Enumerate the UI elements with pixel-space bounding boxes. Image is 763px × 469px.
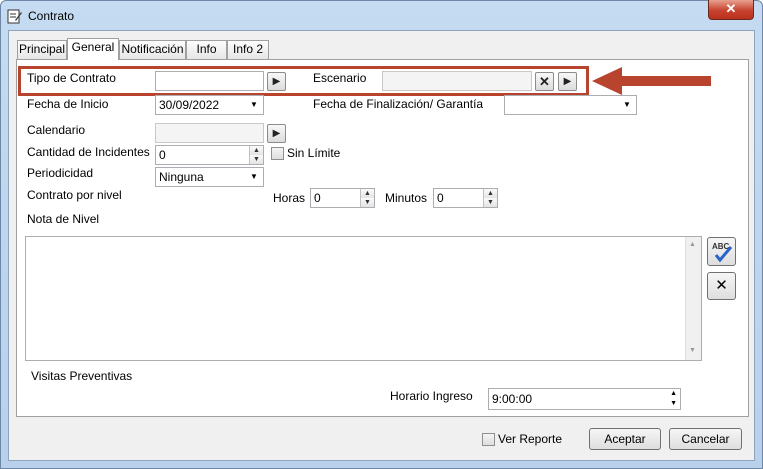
contract-edit-icon bbox=[7, 9, 22, 24]
chevron-down-icon: ▼ bbox=[250, 172, 258, 181]
cantidad-incidentes-value: 0 bbox=[159, 148, 166, 162]
spin-up-icon[interactable]: ▲ bbox=[670, 389, 677, 399]
horas-value: 0 bbox=[314, 191, 321, 205]
tab-info[interactable]: Info bbox=[186, 40, 227, 59]
fecha-fin-label: Fecha de Finalización/ Garantía bbox=[313, 97, 484, 111]
pointer-arrow-icon bbox=[592, 67, 711, 95]
spin-down-icon[interactable]: ▼ bbox=[670, 399, 677, 409]
fecha-inicio-picker[interactable]: 30/09/2022 ▼ bbox=[155, 95, 264, 115]
sin-limite-label: Sin Límite bbox=[287, 146, 341, 160]
tab-info-2[interactable]: Info 2 bbox=[227, 40, 269, 59]
horas-stepper[interactable]: 0 ▲ ▼ bbox=[310, 188, 375, 208]
minutos-label: Minutos bbox=[385, 191, 428, 205]
chevron-down-icon: ▼ bbox=[623, 100, 631, 109]
tab-general[interactable]: General bbox=[67, 38, 119, 60]
cantidad-incidentes-stepper[interactable]: 0 ▲ ▼ bbox=[155, 145, 264, 165]
minutos-value: 0 bbox=[437, 191, 444, 205]
close-button[interactable]: ✕ bbox=[708, 0, 754, 20]
calendario-label: Calendario bbox=[27, 123, 86, 137]
spin-up-icon[interactable]: ▲ bbox=[483, 189, 497, 198]
textarea-scrollbar[interactable]: ▲ ▼ bbox=[685, 237, 701, 360]
calendario-field[interactable] bbox=[155, 123, 264, 143]
horario-ingreso-label: Horario Ingreso bbox=[390, 389, 473, 403]
title-bar[interactable] bbox=[0, 0, 761, 30]
periodicidad-value: Ninguna bbox=[159, 170, 204, 184]
fecha-inicio-label: Fecha de Inicio bbox=[27, 97, 109, 111]
scroll-up-icon[interactable]: ▲ bbox=[689, 241, 696, 248]
scroll-down-icon[interactable]: ▼ bbox=[689, 347, 696, 354]
spin-up-icon[interactable]: ▲ bbox=[360, 189, 374, 198]
spin-down-icon[interactable]: ▼ bbox=[483, 198, 497, 207]
play-arrow-icon: ▶ bbox=[272, 128, 281, 139]
horas-label: Horas bbox=[273, 191, 306, 205]
close-x-icon: ✕ bbox=[715, 277, 728, 294]
contrato-nivel-label: Contrato por nivel bbox=[27, 188, 122, 202]
nota-nivel-textarea[interactable]: ▲ ▼ bbox=[25, 236, 702, 361]
spell-check-icon: ABC bbox=[712, 242, 733, 263]
cantidad-incidentes-label: Cantidad de Incidentes bbox=[27, 145, 150, 159]
periodicidad-label: Periodicidad bbox=[27, 166, 94, 180]
fecha-inicio-value: 30/09/2022 bbox=[159, 98, 220, 112]
spin-down-icon[interactable]: ▼ bbox=[249, 155, 263, 164]
ver-reporte-label: Ver Reporte bbox=[498, 432, 563, 446]
cancelar-button[interactable]: Cancelar bbox=[669, 428, 742, 450]
minutos-stepper[interactable]: 0 ▲ ▼ bbox=[433, 188, 498, 208]
horario-ingreso-value: 9:00:00 bbox=[492, 392, 533, 406]
nota-nivel-label: Nota de Nivel bbox=[27, 212, 100, 226]
ver-reporte-checkbox[interactable] bbox=[482, 433, 495, 446]
tab-principal[interactable]: Principal bbox=[17, 40, 67, 59]
clear-note-button[interactable]: ✕ bbox=[707, 272, 736, 300]
sin-limite-checkbox[interactable] bbox=[271, 147, 284, 160]
calendario-select-button[interactable]: ▶ bbox=[267, 124, 286, 143]
highlight-box bbox=[18, 66, 589, 96]
horario-ingreso-stepper[interactable]: 9:00:00 ▲ ▼ bbox=[488, 388, 681, 410]
spin-down-icon[interactable]: ▼ bbox=[360, 198, 374, 207]
visitas-preventivas-label: Visitas Preventivas bbox=[31, 369, 133, 383]
fecha-fin-picker[interactable]: ▼ bbox=[504, 95, 637, 115]
spell-check-button[interactable]: ABC bbox=[707, 237, 736, 266]
periodicidad-select[interactable]: Ninguna ▼ bbox=[155, 167, 264, 187]
window-title: Contrato bbox=[28, 9, 75, 23]
spin-up-icon[interactable]: ▲ bbox=[249, 146, 263, 155]
tab-notificacion[interactable]: Notificación bbox=[119, 40, 186, 59]
aceptar-button[interactable]: Aceptar bbox=[589, 428, 661, 450]
chevron-down-icon: ▼ bbox=[250, 100, 258, 109]
